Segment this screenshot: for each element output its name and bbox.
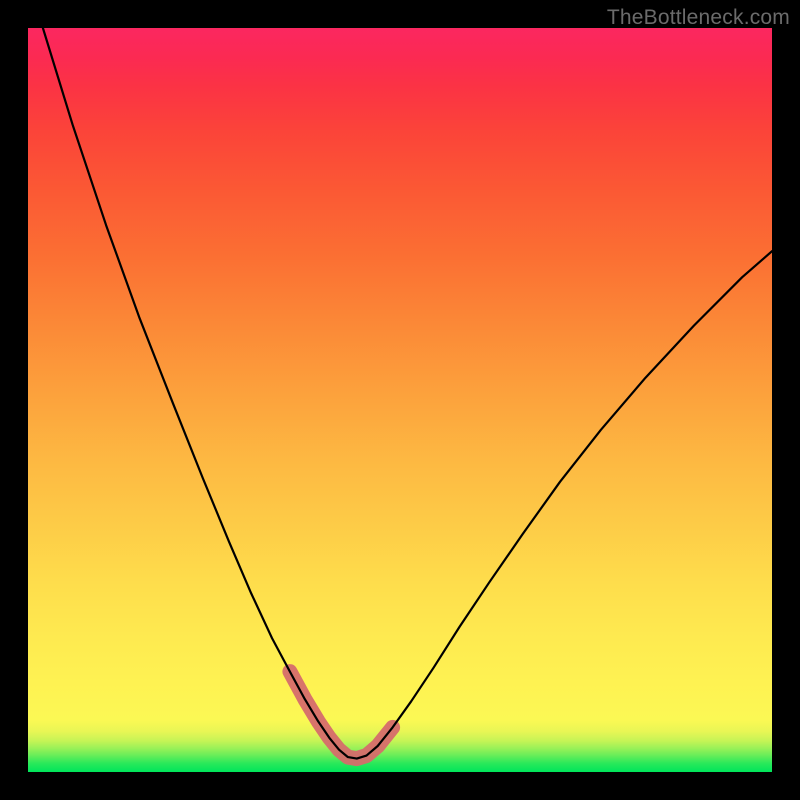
bottleneck-curve bbox=[43, 28, 772, 759]
chart-frame: TheBottleneck.com bbox=[0, 0, 800, 800]
plot-area bbox=[28, 28, 772, 772]
curve-svg bbox=[28, 28, 772, 772]
watermark-text: TheBottleneck.com bbox=[607, 6, 790, 30]
